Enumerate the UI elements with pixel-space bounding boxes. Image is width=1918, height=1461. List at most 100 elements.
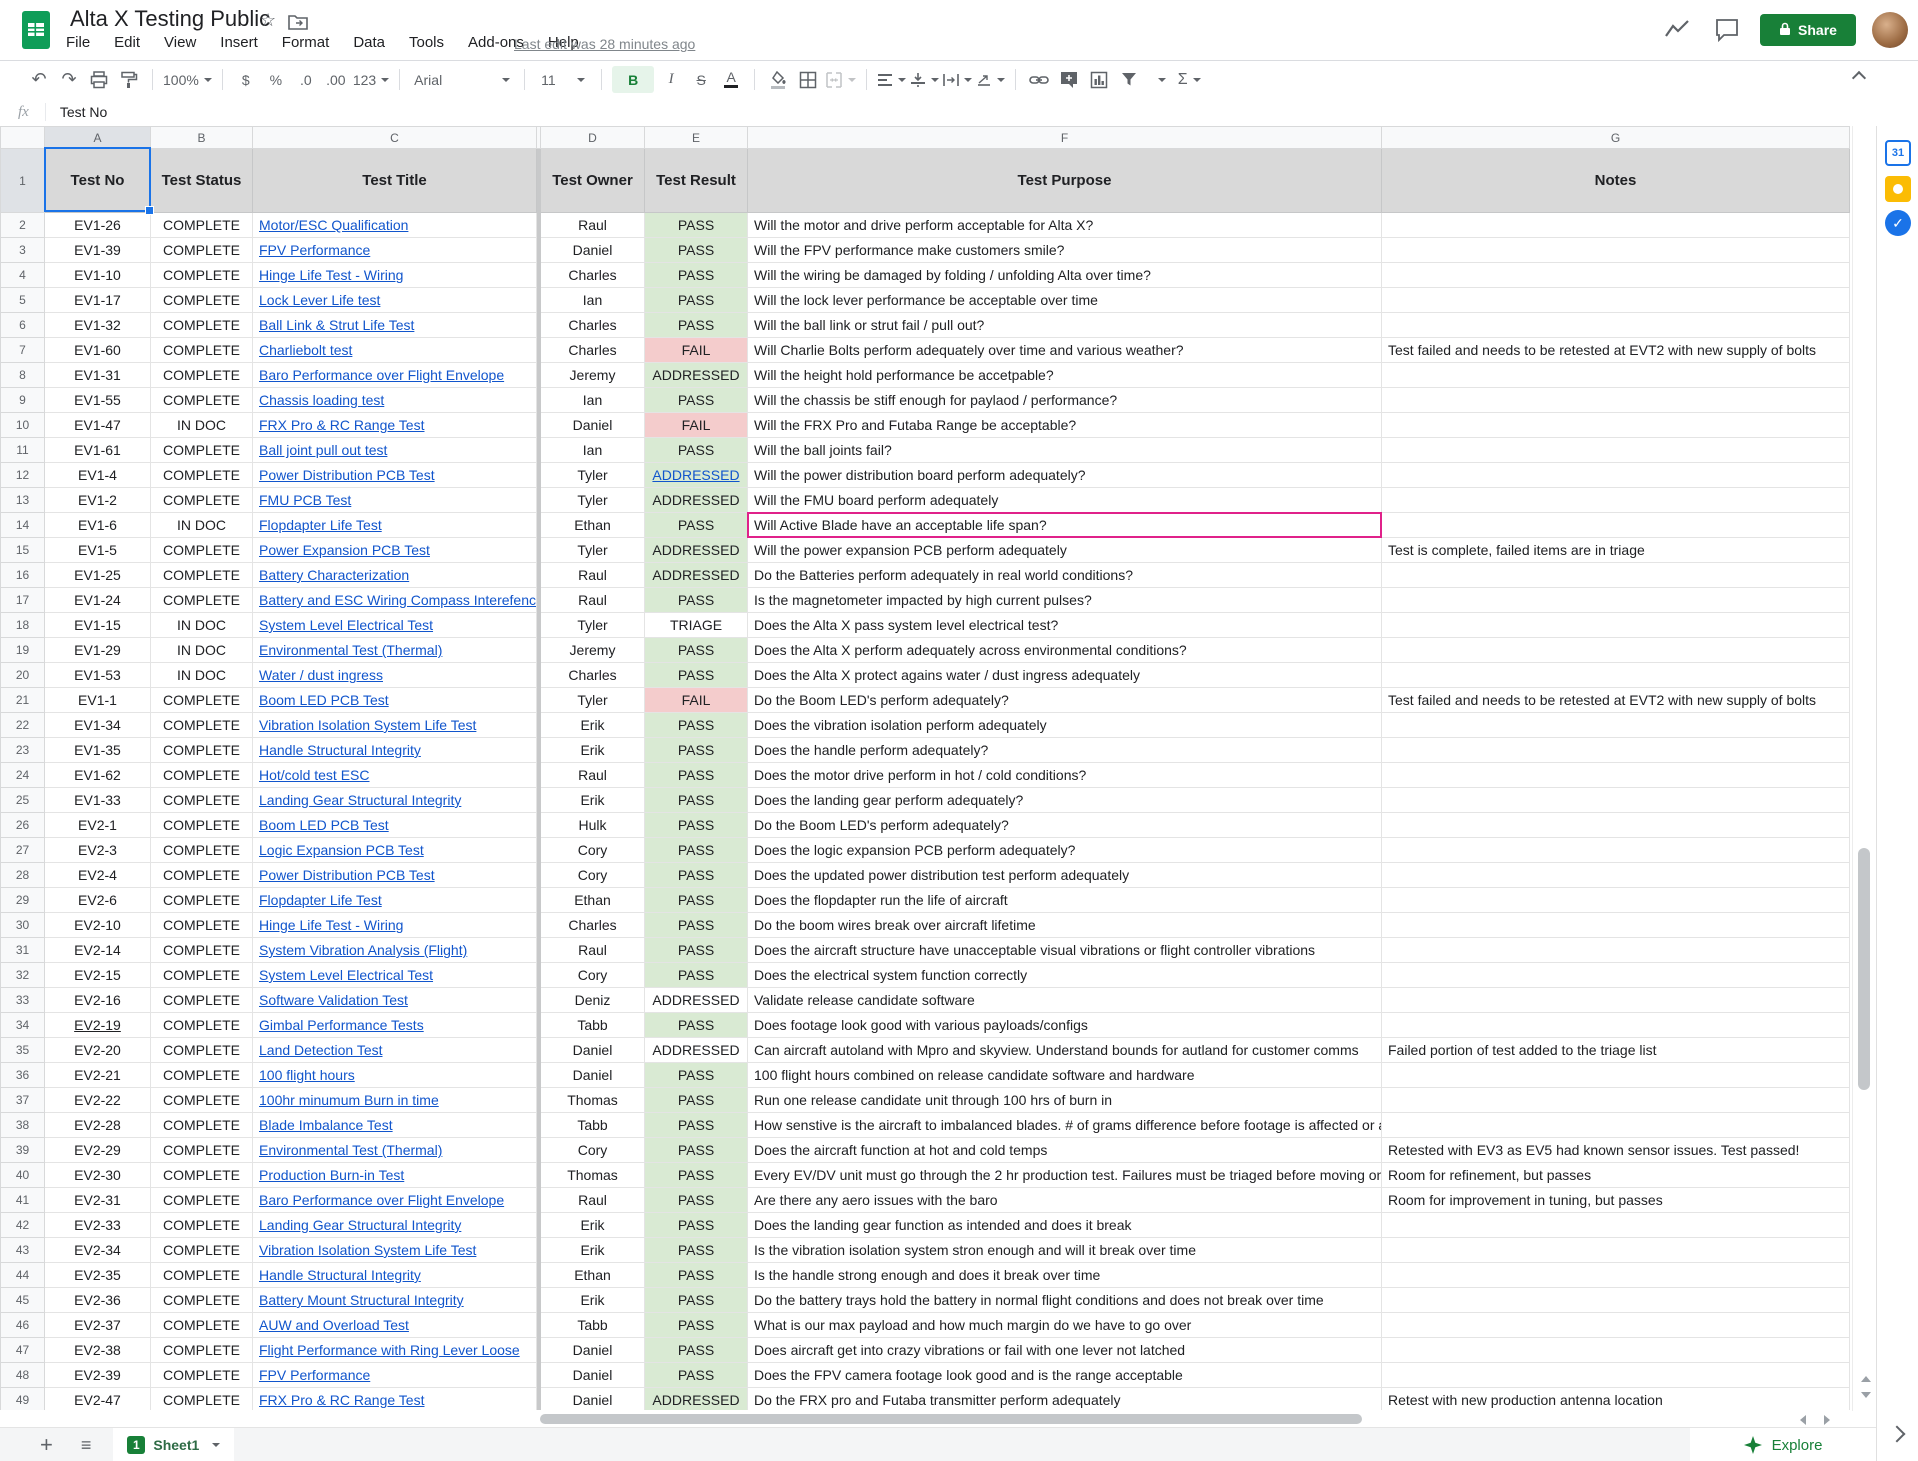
test-title-link[interactable]: Landing Gear Structural Integrity xyxy=(259,792,461,808)
cell-test-purpose[interactable]: Will the FPV performance make customers … xyxy=(748,238,1382,263)
row-number[interactable]: 31 xyxy=(1,938,45,963)
menu-item-insert[interactable]: Insert xyxy=(220,34,258,51)
cell-notes[interactable] xyxy=(1382,388,1850,413)
cell-test-result[interactable]: ADDRESSED xyxy=(645,463,748,488)
cell-test-purpose[interactable]: Will the lock lever performance be accep… xyxy=(748,288,1382,313)
cell-test-title[interactable]: 100 flight hours xyxy=(253,1063,537,1088)
cell-test-purpose[interactable]: Do the battery trays hold the battery in… xyxy=(748,1288,1382,1313)
cell-test-owner[interactable]: Tyler xyxy=(541,463,645,488)
cell-test-purpose[interactable]: Will Charlie Bolts perform adequately ov… xyxy=(748,338,1382,363)
cell-test-status[interactable]: COMPLETE xyxy=(151,988,253,1013)
test-title-link[interactable]: Hinge Life Test - Wiring xyxy=(259,917,403,933)
test-title-link[interactable]: Environmental Test (Thermal) xyxy=(259,642,442,658)
cell-notes[interactable] xyxy=(1382,588,1850,613)
cell-notes[interactable] xyxy=(1382,988,1850,1013)
cell-notes[interactable] xyxy=(1382,1263,1850,1288)
cell-notes[interactable]: Test failed and needs to be retested at … xyxy=(1382,338,1850,363)
cell-test-owner[interactable]: Erik xyxy=(541,738,645,763)
test-title-link[interactable]: Vibration Isolation System Life Test xyxy=(259,1242,476,1258)
cell-test-no[interactable]: EV2-1 xyxy=(45,813,151,838)
column-title-cell[interactable]: Test Result xyxy=(645,149,748,213)
cell-test-no[interactable]: EV1-62 xyxy=(45,763,151,788)
test-title-link[interactable]: Land Detection Test xyxy=(259,1042,383,1058)
cell-test-no[interactable]: EV1-24 xyxy=(45,588,151,613)
cell-test-no[interactable]: EV2-33 xyxy=(45,1213,151,1238)
cell-test-result[interactable]: PASS xyxy=(645,438,748,463)
cell-test-title[interactable]: Hinge Life Test - Wiring xyxy=(253,913,537,938)
cell-test-no[interactable]: EV1-25 xyxy=(45,563,151,588)
column-title-cell[interactable]: Test Title xyxy=(253,149,537,213)
sheet-tab-menu-caret[interactable] xyxy=(212,1443,220,1447)
cell-test-result[interactable]: ADDRESSED xyxy=(645,1388,748,1411)
cell-test-owner[interactable]: Charles xyxy=(541,338,645,363)
cell-test-owner[interactable]: Daniel xyxy=(541,1338,645,1363)
cell-test-result[interactable]: ADDRESSED xyxy=(645,538,748,563)
test-title-link[interactable]: Production Burn-in Test xyxy=(259,1167,404,1183)
cell-test-result[interactable]: PASS xyxy=(645,513,748,538)
cell-test-purpose[interactable]: Does aircraft get into crazy vibrations … xyxy=(748,1338,1382,1363)
scroll-down-arrow[interactable] xyxy=(1861,1392,1871,1398)
cell-test-result[interactable]: PASS xyxy=(645,938,748,963)
cell-test-status[interactable]: COMPLETE xyxy=(151,963,253,988)
row-number[interactable]: 26 xyxy=(1,813,45,838)
test-title-link[interactable]: System Level Electrical Test xyxy=(259,967,433,983)
document-title[interactable]: Alta X Testing Public xyxy=(70,6,270,32)
row-number[interactable]: 37 xyxy=(1,1088,45,1113)
cell-test-status[interactable]: COMPLETE xyxy=(151,363,253,388)
cell-test-owner[interactable]: Daniel xyxy=(541,1038,645,1063)
cell-test-purpose[interactable]: What is our max payload and how much mar… xyxy=(748,1313,1382,1338)
cell-test-no[interactable]: EV2-16 xyxy=(45,988,151,1013)
cell-test-no[interactable]: EV2-28 xyxy=(45,1113,151,1138)
cell-test-title[interactable]: Power Distribution PCB Test xyxy=(253,463,537,488)
cell-test-owner[interactable]: Tyler xyxy=(541,488,645,513)
cell-test-no[interactable]: EV1-35 xyxy=(45,738,151,763)
cell-test-status[interactable]: COMPLETE xyxy=(151,1313,253,1338)
cell-test-result[interactable]: PASS xyxy=(645,663,748,688)
horizontal-scrollbar-thumb[interactable] xyxy=(540,1414,1362,1424)
cell-test-title[interactable]: Battery Characterization xyxy=(253,563,537,588)
cell-test-status[interactable]: IN DOC xyxy=(151,513,253,538)
cell-test-no[interactable]: EV1-32 xyxy=(45,313,151,338)
cell-test-title[interactable]: Handle Structural Integrity xyxy=(253,738,537,763)
cell-test-owner[interactable]: Charles xyxy=(541,263,645,288)
cell-test-title[interactable]: FPV Performance xyxy=(253,1363,537,1388)
cell-test-purpose[interactable]: Does the electrical system function corr… xyxy=(748,963,1382,988)
cell-notes[interactable] xyxy=(1382,938,1850,963)
cell-test-result[interactable]: PASS xyxy=(645,913,748,938)
cell-notes[interactable] xyxy=(1382,913,1850,938)
cell-notes[interactable] xyxy=(1382,288,1850,313)
cell-test-no[interactable]: EV1-29 xyxy=(45,638,151,663)
cell-test-status[interactable]: COMPLETE xyxy=(151,763,253,788)
cell-test-result[interactable]: PASS xyxy=(645,288,748,313)
test-title-link[interactable]: Boom LED PCB Test xyxy=(259,817,389,833)
cell-test-title[interactable]: Blade Imbalance Test xyxy=(253,1113,537,1138)
column-header-F[interactable]: F xyxy=(748,127,1382,149)
row-number[interactable]: 13 xyxy=(1,488,45,513)
cell-test-title[interactable]: Environmental Test (Thermal) xyxy=(253,1138,537,1163)
decrease-decimal-button[interactable]: .0 xyxy=(293,66,319,93)
cell-notes[interactable] xyxy=(1382,763,1850,788)
cell-test-result[interactable]: PASS xyxy=(645,1313,748,1338)
cell-test-owner[interactable]: Cory xyxy=(541,1138,645,1163)
cell-test-status[interactable]: COMPLETE xyxy=(151,1388,253,1411)
row-number[interactable]: 42 xyxy=(1,1213,45,1238)
cell-test-no[interactable]: EV2-15 xyxy=(45,963,151,988)
paint-format-button[interactable] xyxy=(116,66,142,93)
cell-test-owner[interactable]: Daniel xyxy=(541,1388,645,1411)
text-color-button[interactable]: A xyxy=(718,66,744,93)
cell-test-status[interactable]: COMPLETE xyxy=(151,1163,253,1188)
column-title-cell[interactable]: Test No xyxy=(45,149,151,213)
test-title-link[interactable]: Water / dust ingress xyxy=(259,667,383,683)
cell-test-owner[interactable]: Raul xyxy=(541,938,645,963)
test-title-link[interactable]: FPV Performance xyxy=(259,1367,370,1383)
cell-notes[interactable] xyxy=(1382,1363,1850,1388)
cell-test-result[interactable]: PASS xyxy=(645,263,748,288)
cell-test-result[interactable]: PASS xyxy=(645,1338,748,1363)
test-title-link[interactable]: Battery and ESC Wiring Compass Interefen… xyxy=(259,592,537,608)
cell-test-title[interactable]: FRX Pro & RC Range Test xyxy=(253,413,537,438)
cell-test-result[interactable]: PASS xyxy=(645,1163,748,1188)
cell-test-owner[interactable]: Raul xyxy=(541,1188,645,1213)
test-title-link[interactable]: Handle Structural Integrity xyxy=(259,1267,421,1283)
side-panel-collapse-chevron[interactable] xyxy=(1889,1426,1906,1443)
font-select[interactable]: Arial xyxy=(410,66,514,93)
